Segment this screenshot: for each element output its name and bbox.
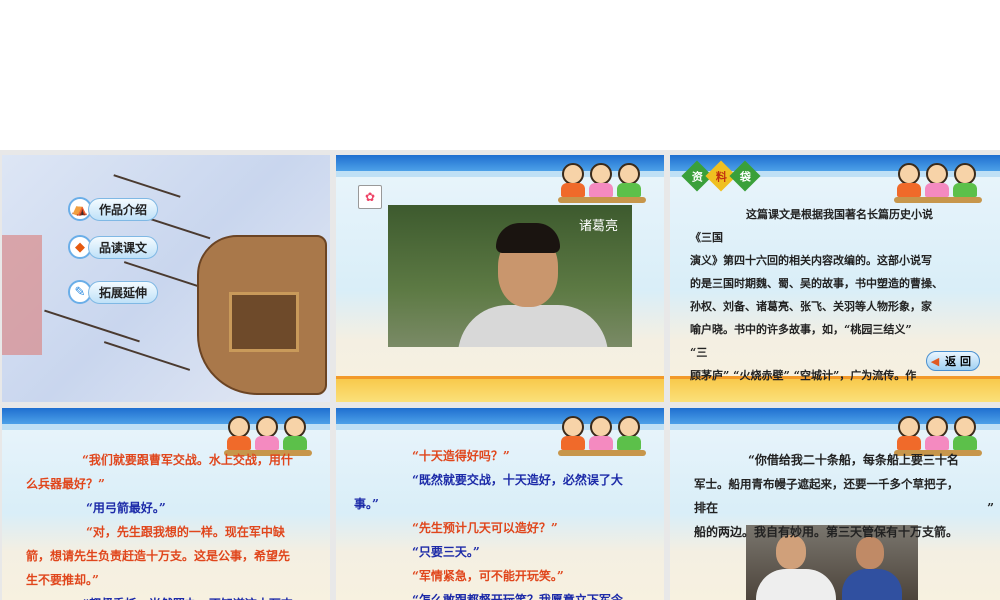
flag-illustration (2, 235, 42, 355)
slide-6-thumbnail[interactable]: “你借给我二十条船，每条船上要三十名 军士。船用青布幔子遮起来，还要一千多个草把… (670, 408, 1000, 600)
text-line: 排在 (694, 501, 719, 515)
text-line: 么兵器最好？” (26, 477, 105, 491)
text-line: “十天造得好吗？” (412, 449, 510, 463)
children-illustration (894, 161, 982, 203)
slide-5-thumbnail[interactable]: “十天造得好吗？” “既然就要交战，十天造好，必然误了大 事。” “先生预计几天… (336, 408, 664, 600)
media-play-icon[interactable]: ✿ (358, 185, 382, 209)
slide-3-thumbnail[interactable]: 资 料 袋 这篇课文是根据我国著名长篇历史小说 《三国 演义》第四十六回的相关内… (670, 155, 1000, 402)
boat-illustration (197, 235, 327, 395)
menu-item-extension[interactable]: ✎ 拓展延伸 (68, 280, 159, 304)
back-label: 返 回 (945, 355, 971, 368)
text-line: 孙权、刘备、诸葛亮、张飞、关羽等人物形象，家 (690, 300, 932, 313)
arrow-decoration (113, 174, 181, 198)
text-line: “只要三天。” (412, 545, 480, 559)
dialogue-text: “我们就要跟曹军交战。水上交战，用什 么兵器最好？” “用弓箭最好。” “对，先… (26, 448, 326, 600)
tag-char: 料 (715, 170, 727, 183)
text-line: 《三国 (690, 231, 723, 244)
back-button[interactable]: ◀ 返 回 (925, 351, 980, 371)
video-caption: 诸葛亮 (578, 219, 618, 234)
text-line: “对，先生跟我想的一样。现在军中缺 (86, 525, 285, 539)
menu-item-intro[interactable]: ⛺ 作品介绍 (68, 197, 159, 221)
text-line: “用弓箭最好。” (86, 501, 166, 515)
text-line: ” (987, 501, 994, 515)
text-line: “军情紧急，可不能开玩笑。” (412, 569, 564, 583)
text-line: “既然就要交战，十天造好，必然误了大 (412, 473, 623, 487)
text-line: “我们就要跟曹军交战。水上交战，用什 (82, 453, 293, 467)
dialogue-text: “十天造得好吗？” “既然就要交战，十天造好，必然误了大 事。” “先生预计几天… (354, 444, 654, 600)
tag-char: 袋 (739, 170, 751, 183)
text-line: 生不要推却。” (26, 573, 99, 587)
text-line: 事。” (354, 497, 379, 511)
slide-sorter-grid: ⛺ 作品介绍 ◆ 品读课文 ✎ 拓展延伸 ✿ 诸葛亮 资 料 袋 这篇课文是根据我国著… (0, 150, 1000, 600)
back-arrow-icon: ◀ (930, 354, 940, 368)
text-line: 喻户晓。书中的许多故事，如，“桃园三结义” (690, 323, 912, 336)
text-line: “你借给我二十条船，每条船上要三十名 (748, 453, 959, 467)
dialogue-text: “你借给我二十条船，每条船上要三十名 军士。船用青布幔子遮起来，还要一千多个草把… (694, 448, 994, 544)
menu-item-reading[interactable]: ◆ 品读课文 (68, 235, 159, 259)
slide-4-thumbnail[interactable]: “我们就要跟曹军交战。水上交战，用什 么兵器最好？” “用弓箭最好。” “对，先… (2, 408, 330, 600)
text-line: 军士。船用青布幔子遮起来，还要一千多个草把子， (694, 477, 959, 491)
tag-char: 资 (691, 170, 703, 183)
arrow-decoration (103, 341, 191, 371)
slide-1-thumbnail[interactable]: ⛺ 作品介绍 ◆ 品读课文 ✎ 拓展延伸 (2, 155, 330, 402)
text-line: 演义》第四十六回的相关内容改编的。这部小说写 (690, 254, 932, 267)
children-illustration (558, 161, 646, 203)
text-line: 的是三国时期魏、蜀、吴的故事，书中塑造的曹操、 (690, 277, 943, 290)
beach-footer (336, 376, 664, 402)
video-frame[interactable]: 诸葛亮 (388, 205, 632, 347)
text-line: 船的两边。我自有妙用。第三天管保有十万支箭。 (694, 525, 959, 539)
text-line: “都督委托，当然照办。不知道这十万支 (26, 592, 326, 600)
arrow-decoration (44, 309, 140, 343)
text-line: “怎么敢跟都督开玩笑？我愿意立下军令 (412, 593, 623, 600)
text-line: 箭，想请先生负责赶造十万支。这是公事，希望先 (26, 549, 291, 563)
text-line: “先生预计几天可以造好？” (412, 521, 558, 535)
text-line: 这篇课文是根据我国著名长篇历史小说 (746, 208, 933, 221)
info-bag-tag: 资 料 袋 (681, 160, 761, 192)
slide-2-thumbnail[interactable]: ✿ 诸葛亮 (336, 155, 664, 402)
